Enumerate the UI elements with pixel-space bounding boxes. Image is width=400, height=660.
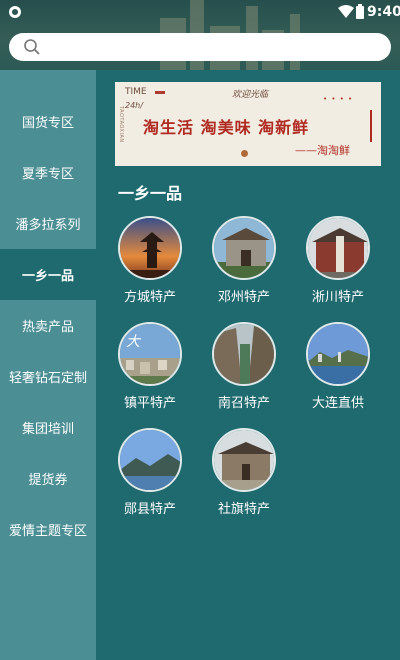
banner-tag-bar [155,91,165,94]
section-title: 一乡一品 [118,184,183,203]
product-label: 郧县特产 [123,502,176,517]
product-image [306,216,370,280]
product-image [212,322,276,386]
banner-tag: TIME [125,87,147,97]
sidebar-item-vouchers[interactable]: 提货券 [0,453,96,504]
search-icon [24,39,40,55]
shield-icon [9,6,21,18]
sidebar-item-hot-sale[interactable]: 热卖产品 [0,300,96,351]
product-image [118,428,182,492]
product-item-xichuan[interactable]: 淅川特产 [298,216,378,316]
product-item-yunxian[interactable]: 郧县特产 [110,428,190,528]
banner-signature: ——淘淘鲜 [295,144,350,157]
promo-banner[interactable]: TIME 24h/ TAOTAOXIAN 欢迎光临 • • • • 淘生活 淘美… [115,82,381,166]
carousel-indicator[interactable] [241,150,248,157]
product-image [212,428,276,492]
category-sidebar: 国货专区 夏季专区 潘多拉系列 一乡一品 热卖产品 轻奢钻石定制 集团培训 提货… [0,70,96,660]
product-item-zhenping[interactable]: 大 镇平特产 [110,322,190,422]
banner-divider [370,110,372,142]
sidebar-item-guohuo[interactable]: 国货专区 [0,96,96,147]
banner-vertical-text: TAOTAOXIAN [118,106,124,143]
banner-dots: • • • • [323,95,354,103]
product-label: 邓州特产 [217,290,270,305]
product-label: 大连直供 [311,396,364,411]
sidebar-item-one-village-one-product[interactable]: 一乡一品 [0,249,96,300]
wifi-icon [338,5,354,18]
battery-icon [356,4,364,19]
status-bar: 9:40 [0,0,400,26]
product-image [306,322,370,386]
sidebar-item-training[interactable]: 集团培训 [0,402,96,453]
product-image [212,216,276,280]
search-input[interactable] [9,33,391,61]
sidebar-item-diamond[interactable]: 轻奢钻石定制 [0,351,96,402]
product-image [118,216,182,280]
product-label: 南召特产 [217,396,270,411]
banner-headline: 淘生活 淘美味 淘新鲜 [143,118,310,137]
svg-text:大: 大 [126,334,142,350]
sidebar-item-love-theme[interactable]: 爱情主题专区 [0,504,96,555]
status-time: 9:40 [367,4,400,20]
app-header: 9:40 [0,0,400,70]
product-item-sheqi[interactable]: 社旗特产 [204,428,284,528]
product-item-dalian[interactable]: 大连直供 [298,322,378,422]
product-item-fangcheng[interactable]: 方城特产 [110,216,190,316]
product-image: 大 [118,322,182,386]
product-label: 社旗特产 [217,502,270,517]
sidebar-item-summer[interactable]: 夏季专区 [0,147,96,198]
product-label: 方城特产 [123,290,176,305]
product-label: 镇平特产 [123,396,176,411]
product-item-dengzhou[interactable]: 邓州特产 [204,216,284,316]
product-item-nanzhao[interactable]: 南召特产 [204,322,284,422]
sidebar-item-pandora[interactable]: 潘多拉系列 [0,198,96,249]
banner-welcome: 欢迎光临 [232,90,269,100]
banner-small-text: 24h/ [125,101,143,110]
product-label: 淅川特产 [311,290,364,305]
